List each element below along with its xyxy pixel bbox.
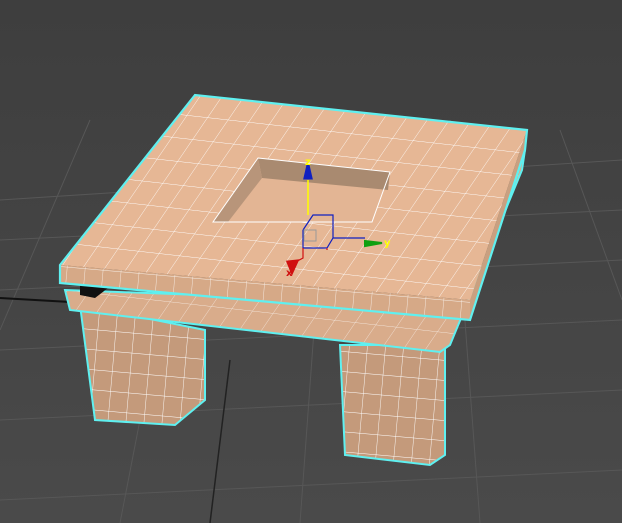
grid-axis-line — [209, 359, 231, 523]
x-axis-label: x — [286, 268, 293, 279]
viewport-scene[interactable]: z y x — [0, 0, 622, 523]
y-axis-label: y — [384, 238, 391, 249]
right-leg — [338, 344, 446, 467]
grid-axis-line — [0, 297, 71, 303]
top-slab — [58, 93, 529, 322]
z-axis-label: z — [305, 157, 311, 168]
selected-table-mesh[interactable] — [58, 93, 529, 467]
3d-viewport[interactable]: z y x — [0, 0, 622, 523]
